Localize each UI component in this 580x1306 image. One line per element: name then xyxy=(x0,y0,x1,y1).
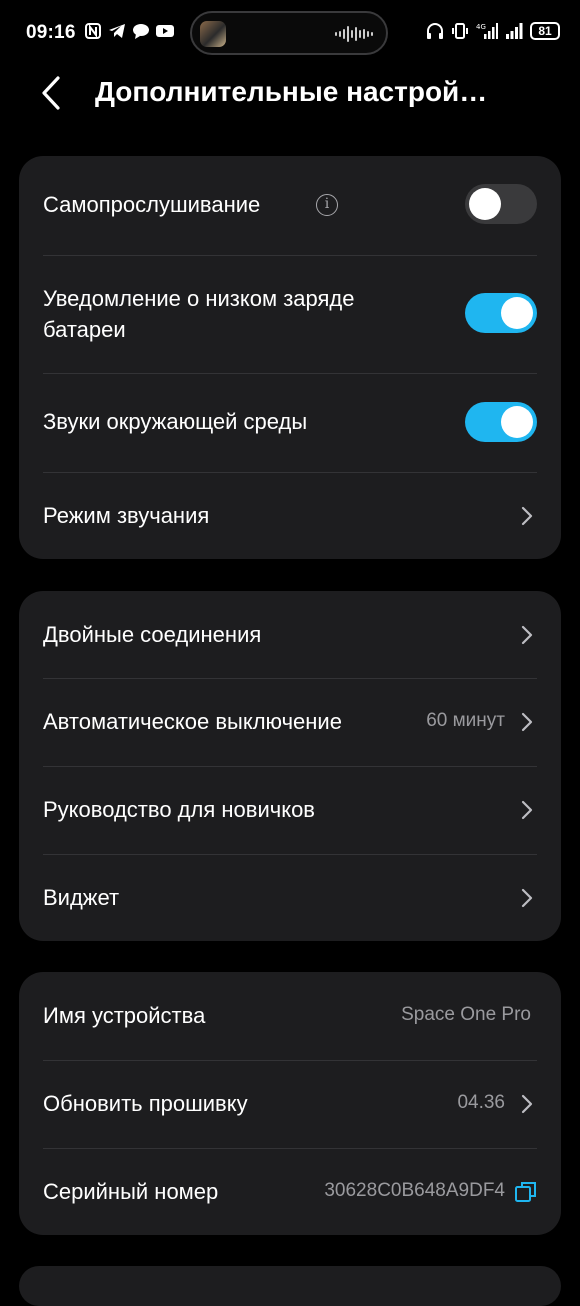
setting-device-name[interactable]: Имя устройства Space One Pro xyxy=(43,999,537,1033)
info-icon[interactable]: i xyxy=(316,194,338,216)
chevron-right-icon xyxy=(521,506,533,526)
divider xyxy=(43,854,537,855)
chevron-right-icon xyxy=(521,800,533,820)
setting-label: Режим звучания xyxy=(43,503,210,528)
divider xyxy=(43,472,537,473)
chevron-right-icon xyxy=(521,712,533,732)
ambient-sounds-toggle[interactable] xyxy=(465,402,537,442)
setting-label: Серийный номер xyxy=(43,1179,219,1204)
setting-label: Имя устройства xyxy=(43,1003,206,1028)
svg-text:4G: 4G xyxy=(476,23,486,31)
setting-label: Звуки окружающей среды xyxy=(43,409,308,434)
monitoring-toggle[interactable] xyxy=(465,184,537,224)
chevron-right-icon xyxy=(521,1094,533,1114)
divider xyxy=(43,255,537,256)
toggle-knob xyxy=(469,188,501,220)
setting-label: Двойные соединения xyxy=(43,622,262,647)
status-bar: 09:16 4G 81 xyxy=(0,0,580,68)
chevron-right-icon xyxy=(521,888,533,908)
setting-label: Уведомление о низком заряде батареи xyxy=(43,286,355,342)
chevron-right-icon xyxy=(521,625,533,645)
serial-number-value: 30628C0B648A9DF4 xyxy=(324,1180,505,1201)
notification-icons xyxy=(84,22,174,40)
header: Дополнительные настрой… xyxy=(0,68,580,120)
setting-widget[interactable]: Виджет xyxy=(43,881,537,915)
toggle-knob xyxy=(501,406,533,438)
vibrate-icon xyxy=(452,23,468,39)
youtube-icon xyxy=(156,25,174,37)
divider xyxy=(43,1148,537,1149)
system-icons: 4G 81 xyxy=(426,22,560,40)
nfc-icon xyxy=(85,23,101,39)
setting-ambient-sounds[interactable]: Звуки окружающей среды xyxy=(43,402,537,442)
setting-monitoring[interactable]: Самопрослушивание i xyxy=(43,184,537,229)
setting-label: Обновить прошивку xyxy=(43,1091,248,1116)
headphones-icon xyxy=(427,23,443,39)
settings-card-device: Имя устройства Space One Pro Обновить пр… xyxy=(19,972,561,1235)
divider xyxy=(43,1060,537,1061)
settings-card-next xyxy=(19,1266,561,1306)
settings-card-audio: Самопрослушивание i Уведомление о низком… xyxy=(19,156,561,559)
setting-label: Руководство для новичков xyxy=(43,797,315,822)
battery-icon: 81 xyxy=(530,22,560,40)
audio-wave-icon xyxy=(335,26,373,42)
divider xyxy=(43,766,537,767)
setting-label: Самопрослушивание xyxy=(43,192,261,217)
media-thumbnail xyxy=(200,21,226,47)
firmware-version-value: 04.36 xyxy=(457,1092,505,1113)
back-arrow-icon[interactable] xyxy=(36,74,66,112)
status-time: 09:16 xyxy=(26,22,76,43)
signal-icon xyxy=(506,23,523,39)
page-title: Дополнительные настрой… xyxy=(95,76,488,107)
divider xyxy=(43,373,537,374)
setting-dual-connection[interactable]: Двойные соединения xyxy=(43,618,537,652)
setting-auto-power-off[interactable]: Автоматическое выключение 60 минут xyxy=(43,705,537,739)
setting-serial-number: Серийный номер 30628C0B648A9DF4 xyxy=(43,1175,537,1209)
dynamic-island[interactable] xyxy=(190,11,388,55)
setting-firmware-update[interactable]: Обновить прошивку 04.36 xyxy=(43,1087,537,1121)
setting-low-battery-alert[interactable]: Уведомление о низком заряде батареи xyxy=(43,282,537,348)
setting-sound-mode[interactable]: Режим звучания xyxy=(43,499,537,533)
settings-card-connection: Двойные соединения Автоматическое выключ… xyxy=(19,591,561,941)
setting-label: Виджет xyxy=(43,885,120,910)
chat-icon xyxy=(133,24,149,39)
copy-icon[interactable] xyxy=(515,1181,537,1203)
auto-off-value: 60 минут xyxy=(426,710,505,731)
telegram-icon xyxy=(109,24,125,38)
signal-4g-icon: 4G xyxy=(476,23,498,39)
low-battery-toggle[interactable] xyxy=(465,293,537,333)
setting-label: Автоматическое выключение xyxy=(43,709,342,734)
device-name-value: Space One Pro xyxy=(401,1004,531,1025)
divider xyxy=(43,678,537,679)
toggle-knob xyxy=(501,297,533,329)
setting-beginner-guide[interactable]: Руководство для новичков xyxy=(43,793,537,827)
